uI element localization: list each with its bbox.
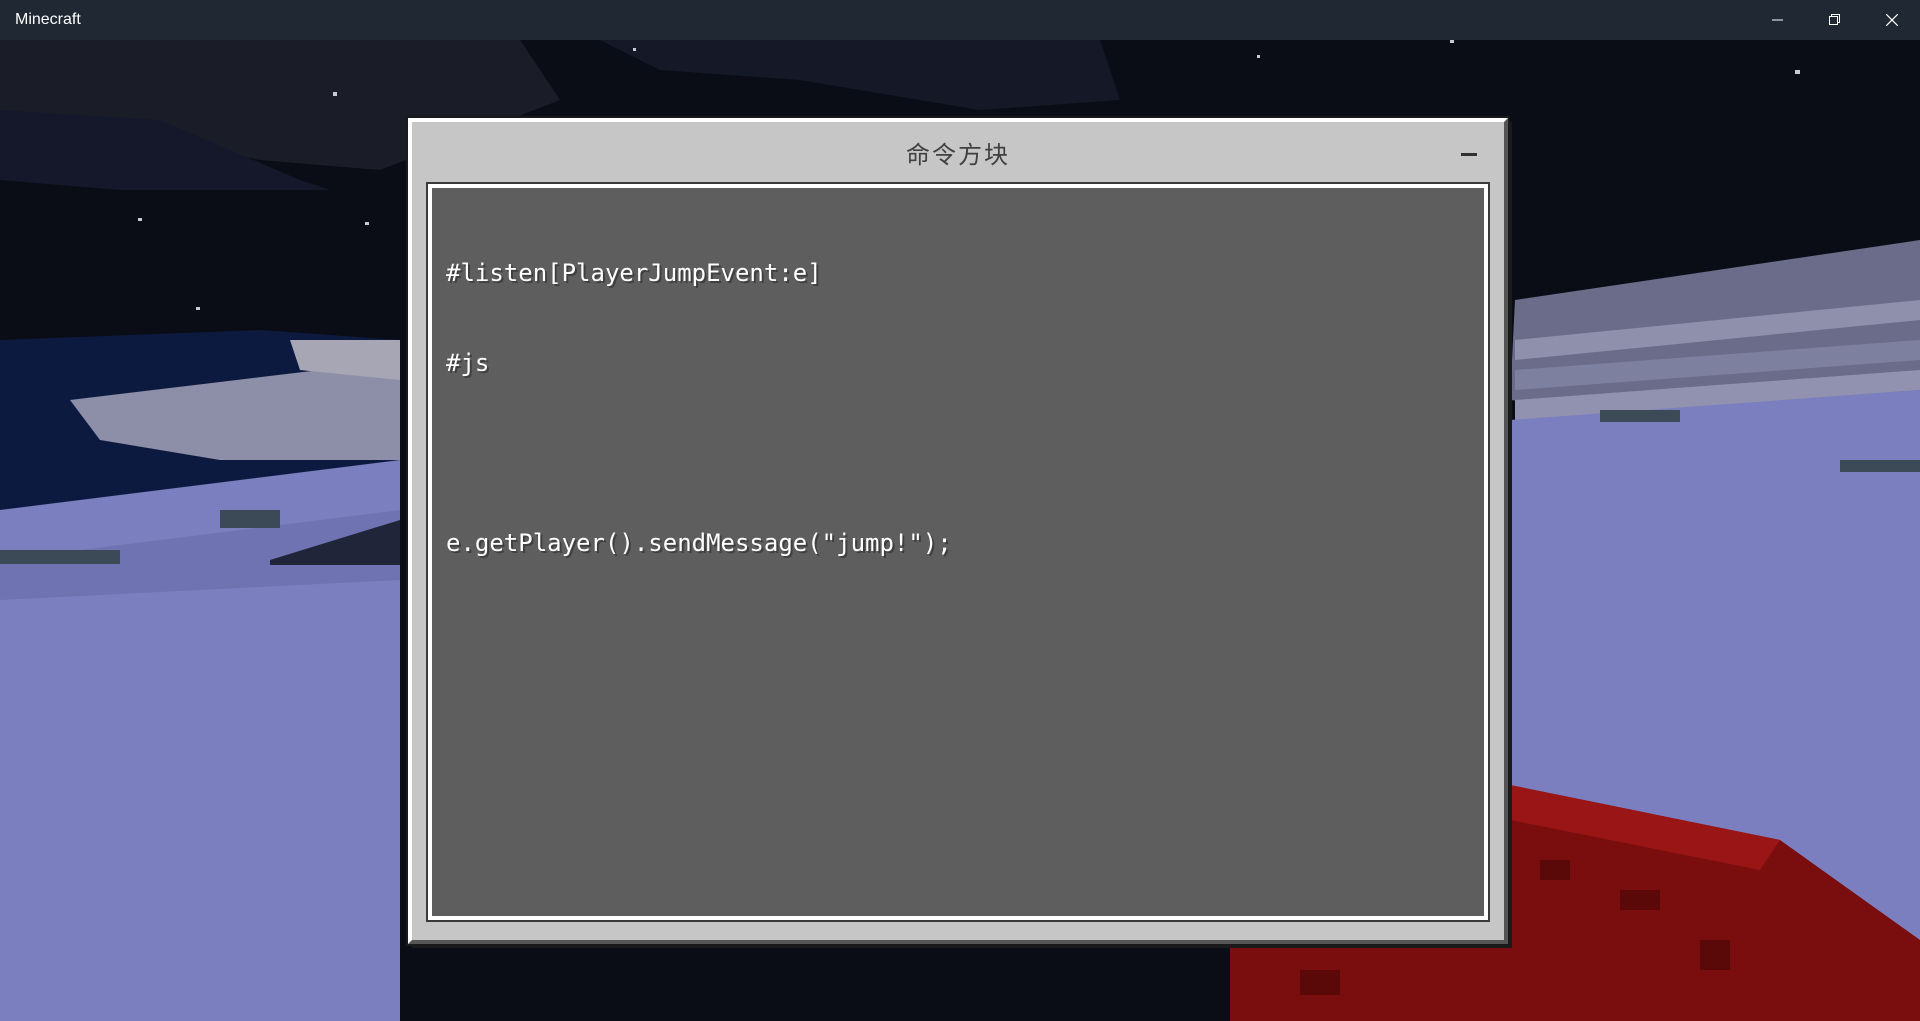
window-title: Minecraft	[15, 11, 81, 28]
command-block-dialog: 命令方块 #listen[PlayerJumpEvent:e] #js e.ge…	[406, 116, 1510, 946]
window-minimize-button[interactable]	[1749, 0, 1806, 40]
window-controls	[1749, 0, 1920, 40]
close-icon	[1885, 14, 1898, 26]
dialog-title: 命令方块	[906, 140, 1010, 169]
dialog-minimize-button[interactable]	[1456, 142, 1482, 166]
window-restore-button[interactable]	[1806, 0, 1863, 40]
restore-icon	[1828, 14, 1840, 25]
minimize-icon	[1771, 19, 1783, 21]
code-line: #listen[PlayerJumpEvent:e]	[446, 259, 822, 287]
window-titlebar: Minecraft	[0, 0, 1920, 40]
code-line: e.getPlayer().sendMessage("jump!");	[446, 529, 952, 557]
command-input-editor[interactable]: #listen[PlayerJumpEvent:e] #js e.getPlay…	[426, 182, 1490, 922]
dialog-header: 命令方块	[412, 122, 1504, 182]
minimize-icon	[1461, 152, 1477, 156]
window-close-button[interactable]	[1863, 0, 1920, 40]
code-line: #js	[446, 349, 490, 377]
